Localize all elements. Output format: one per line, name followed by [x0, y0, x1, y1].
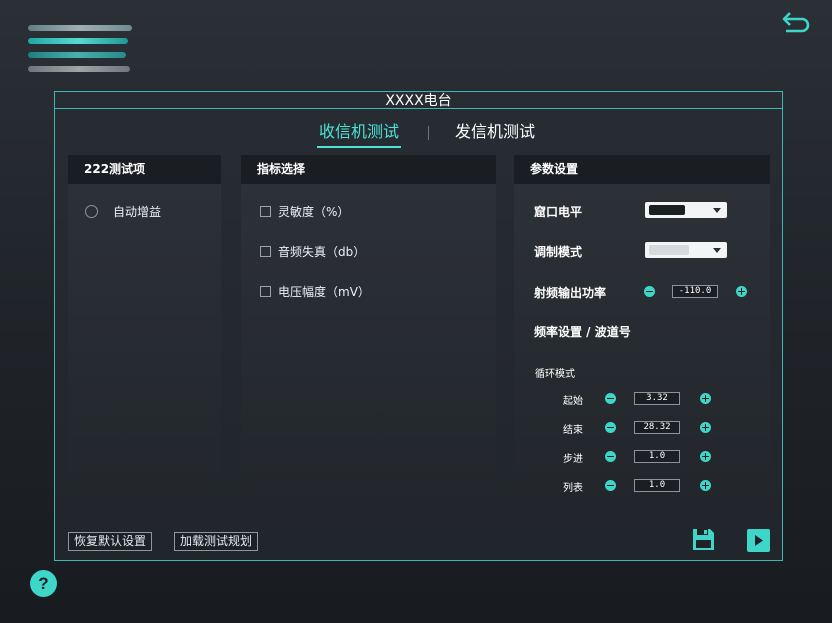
indicator-voltage[interactable]: 电压幅度（mV） [260, 283, 370, 300]
start-input[interactable]: 3.32 [634, 392, 680, 405]
audio-distortion-checkbox[interactable] [260, 246, 271, 257]
rf-power-input[interactable]: -110.0 [672, 285, 718, 298]
test-items-title: 222测试项 [68, 155, 221, 184]
step-minus-button[interactable] [605, 451, 616, 462]
end-plus-button[interactable] [700, 422, 711, 433]
rf-power-label: 射频输出功率 [534, 286, 607, 300]
test-item-auto-gain[interactable]: 自动增益 [85, 203, 161, 220]
tab-divider [428, 126, 429, 140]
auto-gain-radio[interactable] [85, 205, 98, 218]
sensitivity-label: 灵敏度（%） [278, 205, 350, 219]
tab-transmitter-test[interactable]: 发信机测试 [453, 120, 537, 148]
help-icon: ? [38, 573, 49, 593]
step-label: 步进 [563, 454, 583, 465]
save-icon [693, 529, 714, 550]
rf-power-plus-button[interactable] [736, 286, 747, 297]
list-input[interactable]: 1.0 [634, 479, 680, 492]
modulation-select[interactable] [645, 242, 727, 258]
end-input[interactable]: 28.32 [634, 421, 680, 434]
chevron-down-icon [713, 248, 721, 253]
port-level-value [649, 205, 685, 215]
help-button[interactable]: ? [30, 570, 57, 597]
list-minus-button[interactable] [605, 480, 616, 491]
freq-label: 频率设置 / 波道号 [534, 325, 631, 339]
chevron-down-icon [713, 208, 721, 213]
indicator-audio-distortion[interactable]: 音频失真（db） [260, 243, 365, 260]
back-arrow-icon [782, 12, 810, 33]
run-button[interactable] [747, 529, 770, 552]
voltage-checkbox[interactable] [260, 286, 271, 297]
indicator-panel: 指标选择 灵敏度（%） 音频失真（db） 电压幅度（mV） [241, 155, 496, 514]
restore-default-button[interactable]: 恢复默认设置 [68, 532, 153, 551]
indicator-title: 指标选择 [241, 155, 496, 184]
play-icon [747, 529, 770, 552]
port-level-label: 窟口电平 [534, 205, 583, 219]
rf-power-minus-button[interactable] [644, 286, 655, 297]
modulation-value [649, 245, 689, 255]
voltage-label: 电压幅度（mV） [278, 285, 370, 299]
params-panel: 参数设置 窟口电平 调制模式 射频输出功率 -110.0 频率设置 / 波道号 … [514, 155, 770, 514]
indicator-sensitivity[interactable]: 灵敏度（%） [260, 203, 349, 220]
start-minus-button[interactable] [605, 393, 616, 404]
main-frame: XXXX电台 收信机测试 发信机测试 222测试项 自动增益 指标选择 灵敏度（… [54, 91, 783, 561]
step-input[interactable]: 1.0 [634, 450, 680, 463]
step-plus-button[interactable] [700, 451, 711, 462]
sensitivity-checkbox[interactable] [260, 206, 271, 217]
save-button[interactable] [691, 527, 716, 552]
tab-receiver-test[interactable]: 收信机测试 [317, 120, 402, 148]
port-level-select[interactable] [645, 202, 727, 218]
end-label: 结束 [563, 425, 583, 436]
window-title: XXXX电台 [385, 93, 452, 109]
cycle-mode-label: 循环模式 [535, 369, 575, 380]
start-plus-button[interactable] [700, 393, 711, 404]
app-logo [28, 22, 132, 80]
tab-bar: 收信机测试 发信机测试 [55, 120, 782, 150]
back-button[interactable] [780, 10, 812, 36]
modulation-label: 调制模式 [534, 245, 583, 259]
params-title: 参数设置 [514, 155, 770, 184]
list-plus-button[interactable] [700, 480, 711, 491]
start-label: 起始 [563, 396, 583, 407]
audio-distortion-label: 音频失真（db） [278, 245, 366, 259]
test-items-panel: 222测试项 自动增益 [68, 155, 221, 514]
end-minus-button[interactable] [605, 422, 616, 433]
list-label: 列表 [563, 483, 583, 494]
auto-gain-label: 自动增益 [113, 205, 162, 219]
load-plan-button[interactable]: 加载测试规划 [174, 532, 259, 551]
